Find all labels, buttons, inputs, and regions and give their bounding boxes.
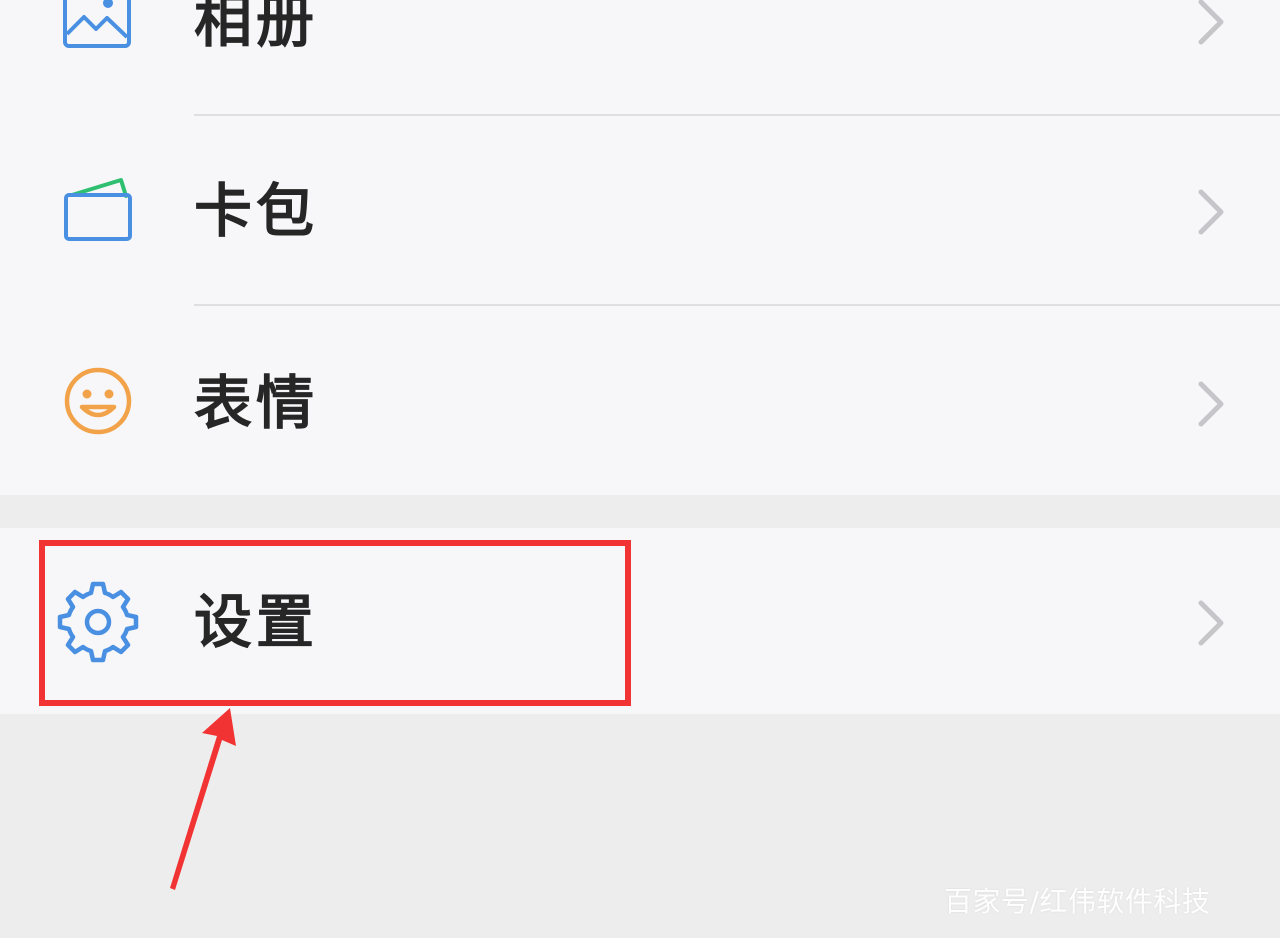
chevron-right-icon [1198,189,1224,235]
divider [194,114,1280,116]
menu-item-stickers[interactable]: 表情 [0,327,1280,477]
smiley-icon [55,358,141,444]
menu-item-label: 设置 [194,588,319,656]
gear-icon [55,579,141,665]
chevron-right-icon [1198,0,1224,45]
photo-album-icon [55,0,141,62]
menu-item-settings[interactable]: 设置 [0,545,1280,700]
watermark: 百家号/红伟软件科技 [944,885,1211,918]
menu-item-album[interactable]: 相册 [0,0,1280,95]
card-wallet-icon [55,166,141,252]
divider [194,304,1280,306]
menu-group-top: 相册 卡包 表情 [0,0,1280,495]
chevron-right-icon [1198,600,1224,646]
menu-item-card-wallet[interactable]: 卡包 [0,135,1280,285]
menu-item-label: 相册 [194,0,319,55]
menu-item-label: 表情 [194,369,319,437]
menu-item-label: 卡包 [194,177,319,245]
red-arrow-icon [170,708,236,890]
chevron-right-icon [1198,381,1224,427]
screen: 相册 卡包 表情 设置 百家号/红伟软件科技 [0,0,1280,938]
